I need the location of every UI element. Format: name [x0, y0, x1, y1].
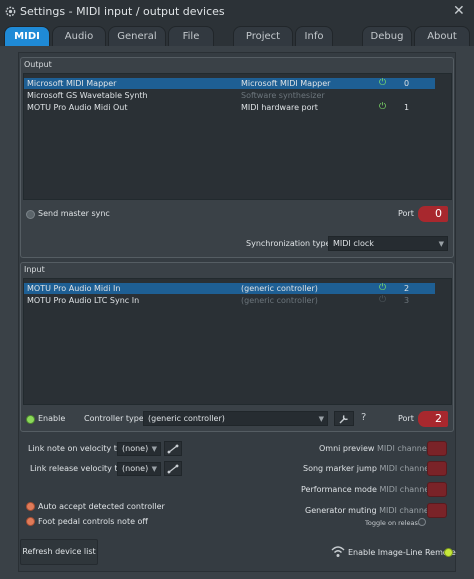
foot-pedal-label: Foot pedal controls note off [38, 517, 148, 526]
refresh-device-list-button[interactable]: Refresh device list [20, 539, 98, 565]
device-name: MOTU Pro Audio Midi Out [27, 103, 128, 112]
link-release-label: Link release velocity to [30, 464, 123, 473]
sync-type-value: MIDI clock [333, 239, 374, 248]
device-name: Microsoft MIDI Mapper [27, 79, 117, 88]
input-device-row[interactable]: MOTU Pro Audio LTC Sync In (generic cont… [24, 295, 435, 306]
sync-type-dropdown[interactable]: MIDI clock ▼ [328, 236, 448, 251]
tab-audio[interactable]: Audio [52, 26, 106, 46]
enable-label: Enable [38, 414, 66, 423]
omni-preview-label: Omni preview [319, 444, 375, 453]
device-port: 0 [404, 79, 410, 88]
link-note-on-dropdown[interactable]: (none) ▼ [117, 442, 161, 456]
device-type: (generic controller) [241, 296, 318, 305]
toggle-on-release-radio[interactable] [418, 518, 426, 526]
power-icon[interactable]: ⏻ [379, 284, 386, 293]
midi-channel-label: MIDI channel [379, 485, 432, 494]
device-type: (generic controller) [241, 284, 318, 293]
song-marker-jump-channel-button[interactable] [427, 461, 447, 476]
chevron-down-icon: ▼ [318, 415, 324, 423]
tab-general[interactable]: General [108, 26, 166, 46]
sync-type-label: Synchronization type [246, 239, 331, 248]
enable-remote-radio[interactable] [444, 548, 453, 557]
toggle-on-release-label: Toggle on release [365, 519, 422, 527]
song-marker-jump-label: Song marker jump [303, 464, 377, 473]
input-port-label: Port [398, 414, 414, 423]
settings-gear-icon [5, 6, 16, 17]
device-name: MOTU Pro Audio Midi In [27, 284, 121, 293]
device-name: MOTU Pro Audio LTC Sync In [27, 296, 140, 305]
wrench-icon[interactable] [334, 411, 354, 426]
send-master-sync-label: Send master sync [38, 209, 110, 218]
tab-midi[interactable]: MIDI [4, 26, 50, 46]
input-section-label: Input [24, 265, 45, 274]
controller-type-dropdown[interactable]: (generic controller) ▼ [143, 411, 328, 426]
input-port-selector[interactable]: 2 [418, 411, 448, 427]
remote-wifi-icon [331, 546, 345, 557]
send-master-sync-radio[interactable] [26, 210, 35, 219]
enable-remote-label: Enable Image-Line Remote [348, 548, 456, 557]
omni-preview-channel-button[interactable] [427, 441, 447, 456]
power-icon[interactable]: ⏻ [379, 103, 386, 112]
link-release-dropdown[interactable]: (none) ▼ [117, 462, 161, 476]
output-port-label: Port [398, 209, 414, 218]
generator-muting-label: Generator muting [305, 506, 377, 515]
generator-muting-row: Generator muting MIDI channel [305, 506, 431, 515]
midi-channel-label: MIDI channel [379, 506, 432, 515]
chevron-down-icon: ▼ [151, 465, 157, 473]
song-marker-jump-row: Song marker jump MIDI channel [303, 464, 431, 473]
link-release-value: (none) [122, 464, 149, 473]
device-port: 2 [404, 284, 410, 293]
close-icon[interactable]: ✕ [453, 3, 465, 19]
output-device-row[interactable]: Microsoft GS Wavetable Synth Software sy… [24, 90, 435, 101]
chevron-down-icon: ▼ [151, 445, 157, 453]
generator-muting-channel-button[interactable] [427, 503, 447, 518]
link-note-on-curve-icon[interactable] [164, 441, 182, 456]
midi-channel-label: MIDI channel [379, 464, 432, 473]
device-type: MIDI hardware port [241, 103, 318, 112]
help-icon[interactable]: ? [361, 412, 366, 423]
enable-radio[interactable] [26, 415, 35, 424]
input-device-list[interactable]: MOTU Pro Audio Midi In (generic controll… [23, 278, 452, 405]
tab-debug[interactable]: Debug [362, 26, 412, 46]
device-type: Microsoft MIDI Mapper [241, 79, 331, 88]
performance-mode-channel-button[interactable] [427, 482, 447, 497]
link-note-on-label: Link note on velocity to [28, 444, 122, 453]
foot-pedal-radio[interactable] [26, 517, 35, 526]
input-device-row[interactable]: MOTU Pro Audio Midi In (generic controll… [24, 283, 435, 294]
power-icon[interactable]: ⏻ [379, 79, 386, 88]
tab-info[interactable]: Info [295, 26, 333, 46]
performance-mode-row: Performance mode MIDI channel [301, 485, 431, 494]
performance-mode-label: Performance mode [301, 485, 377, 494]
controller-type-label: Controller type [84, 414, 144, 423]
chevron-down-icon: ▼ [438, 240, 444, 248]
link-note-on-value: (none) [122, 444, 149, 453]
device-port: 1 [404, 103, 410, 112]
omni-preview-row: Omni preview MIDI channel [319, 444, 429, 453]
output-device-row[interactable]: MOTU Pro Audio Midi Out MIDI hardware po… [24, 102, 435, 113]
controller-type-value: (generic controller) [148, 414, 225, 423]
device-type: Software synthesizer [241, 91, 325, 100]
output-port-selector[interactable]: 0 [418, 206, 448, 222]
tab-about[interactable]: About [414, 26, 470, 46]
midi-channel-label: MIDI channel [377, 444, 429, 453]
output-section-label: Output [24, 60, 52, 69]
output-device-row[interactable]: Microsoft MIDI Mapper Microsoft MIDI Map… [24, 78, 435, 89]
window-title: Settings - MIDI input / output devices [20, 5, 225, 18]
device-name: Microsoft GS Wavetable Synth [27, 91, 148, 100]
title-bar: Settings - MIDI input / output devices ✕ [0, 0, 474, 24]
auto-accept-radio[interactable] [26, 502, 35, 511]
link-release-curve-icon[interactable] [164, 461, 182, 476]
power-icon[interactable]: ⏻ [379, 296, 386, 305]
output-device-list[interactable]: Microsoft MIDI Mapper Microsoft MIDI Map… [23, 73, 452, 200]
tab-file[interactable]: File [168, 26, 214, 46]
tab-project[interactable]: Project [233, 26, 293, 46]
device-port: 3 [404, 296, 410, 305]
auto-accept-label: Auto accept detected controller [38, 502, 165, 511]
